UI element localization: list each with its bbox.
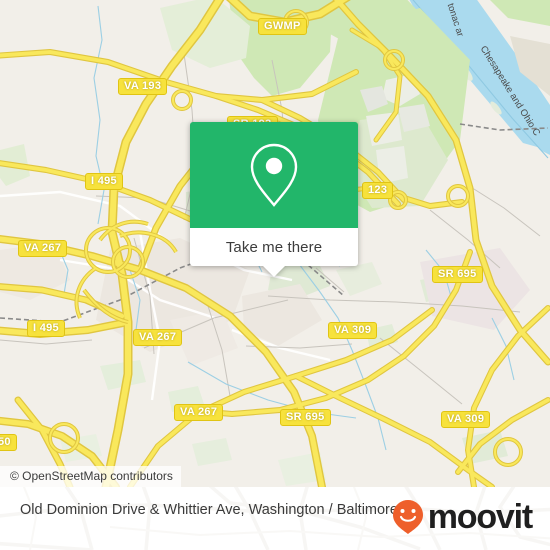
road-shield: 123 <box>362 182 394 199</box>
road-shield: GWMP <box>258 18 307 35</box>
road-shield: 50 <box>0 434 17 451</box>
moovit-pin-smiley-icon <box>392 500 423 534</box>
road-shield: SR 695 <box>280 409 331 426</box>
road-shield: VA 267 <box>18 240 68 257</box>
moovit-wordmark: moovit <box>427 498 533 536</box>
popup-pointer <box>263 266 285 277</box>
popup-image-area <box>190 122 358 228</box>
moovit-logo[interactable]: moovit <box>391 498 533 536</box>
road-shield: VA 267 <box>174 404 224 421</box>
road-shield: VA 193 <box>118 78 168 95</box>
moovit-station-map-screenshot: GWMP VA 193 SR 193 I 495 123 VA 267 SR 6… <box>0 0 550 550</box>
road-shield: VA 309 <box>441 411 491 428</box>
map-pin-icon <box>250 143 298 207</box>
road-shield: SR 695 <box>432 266 483 283</box>
road-shield: I 495 <box>85 173 123 190</box>
road-shield: VA 309 <box>328 322 378 339</box>
popup-action-area[interactable]: Take me there <box>190 228 358 277</box>
station-popup-card[interactable]: Take me there <box>190 122 358 277</box>
map-canvas[interactable]: GWMP VA 193 SR 193 I 495 123 VA 267 SR 6… <box>0 0 550 487</box>
road-shield: VA 267 <box>133 329 183 346</box>
station-title: Old Dominion Drive & Whittier Ave, Washi… <box>20 502 398 518</box>
osm-attribution[interactable]: © OpenStreetMap contributors <box>0 466 181 487</box>
road-shield: I 495 <box>27 320 65 337</box>
take-me-there-label: Take me there <box>225 238 323 256</box>
